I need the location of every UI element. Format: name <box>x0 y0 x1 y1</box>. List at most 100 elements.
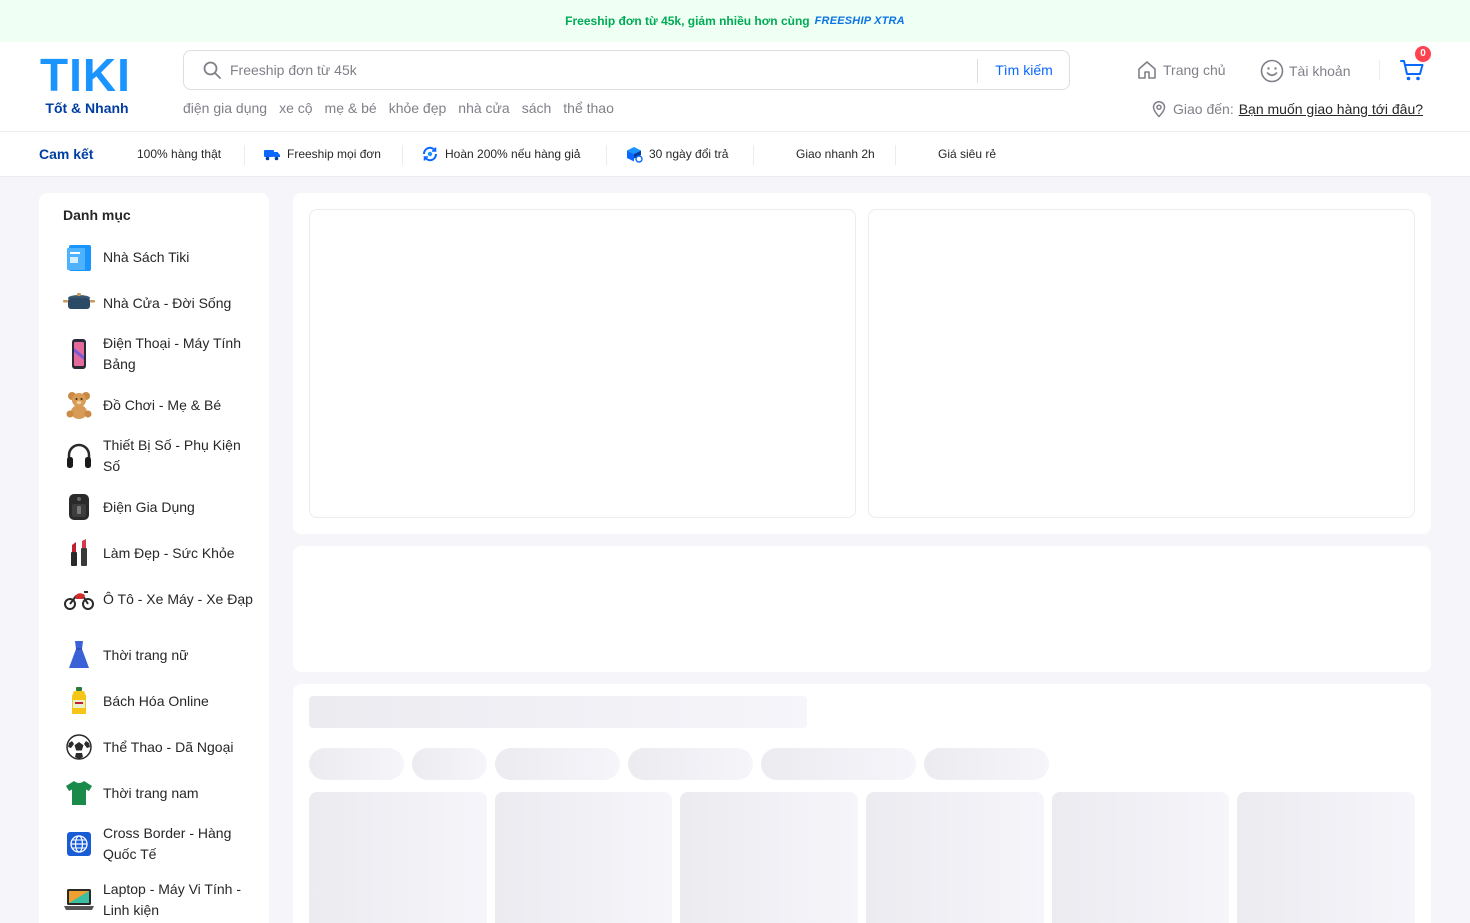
sidebar-item-label: Thời trang nữ <box>103 646 189 663</box>
sidebar-item-laptop-may-vi-tinh-linh-kien[interactable]: Laptop - Máy Vi Tính - Linh kiện <box>63 879 253 921</box>
commitment-divider <box>606 145 607 165</box>
commitment-bar: Cam kết 100% hàng thật Freeship mọi đơn … <box>0 131 1470 177</box>
promo-text: Freeship đơn từ 45k, giảm nhiều hơn cùng <box>565 14 810 28</box>
return-box-icon <box>627 147 643 163</box>
sidebar-item-label: Thiết Bị Số - Phụ Kiện Số <box>103 437 241 474</box>
search-input[interactable] <box>230 57 970 83</box>
quick-link-the-thao[interactable]: thể thao <box>563 100 614 116</box>
quick-link-me-be[interactable]: mẹ & bé <box>325 100 377 116</box>
sidebar-item-do-choi-me-be[interactable]: Đồ Chơi - Mẹ & Bé <box>63 389 253 421</box>
sidebar-item-dien-thoai-may-tinh-bang[interactable]: Điện Thoại - Máy Tính Bảng <box>63 333 253 375</box>
category-sidebar: Danh mục Nhà Sách Tiki Nhà Cửa - Đời Sốn… <box>39 193 269 923</box>
commitment-divider <box>895 145 896 165</box>
sidebar-item-nha-cua-doi-song[interactable]: Nhà Cửa - Đời Sống <box>63 287 253 319</box>
commitment-label: Giá siêu rẻ <box>938 147 997 161</box>
search-bar: Tìm kiếm <box>183 50 1070 90</box>
sidebar-item-label: Ô Tô - Xe Máy - Xe Đạp <box>103 590 253 607</box>
delivery-location: Giao đến: Bạn muốn giao hàng tới đâu? <box>1150 100 1423 118</box>
tab-skeleton <box>628 748 753 780</box>
quick-link-xe-co[interactable]: xe cộ <box>279 100 312 116</box>
site-header: TIKI Tốt & Nhanh Tìm kiếm điện gia dụng … <box>0 42 1470 131</box>
sidebar-item-label: Điện Gia Dụng <box>103 498 195 515</box>
motorbike-icon <box>63 583 95 615</box>
quick-links: điện gia dụng xe cộ mẹ & bé khỏe đẹp nhà… <box>183 100 614 116</box>
product-card-skeleton <box>866 792 1044 923</box>
commitment-refund[interactable]: Hoàn 200% nếu hàng giả <box>421 132 580 176</box>
sidebar-item-thiet-bi-so-phu-kien-so[interactable]: Thiết Bị Số - Phụ Kiện Số <box>63 435 253 477</box>
product-card-skeleton <box>1237 792 1415 923</box>
tab-skeleton <box>761 748 916 780</box>
tab-skeleton <box>412 748 487 780</box>
commitment-fast-delivery[interactable]: Giao nhanh 2h <box>796 132 875 176</box>
search-icon <box>203 61 221 79</box>
commitment-divider <box>402 145 403 165</box>
commitment-return[interactable]: 30 ngày đổi trả <box>625 132 728 176</box>
quick-link-khoe-dep[interactable]: khỏe đẹp <box>389 100 447 116</box>
sidebar-item-label: Laptop - Máy Vi Tính - Linh kiện <box>103 881 241 918</box>
soccer-ball-icon <box>63 731 95 763</box>
home-icon <box>1138 61 1156 79</box>
sidebar-item-bach-hoa-online[interactable]: Bách Hóa Online <box>63 685 253 717</box>
smartphone-icon <box>63 338 95 370</box>
sidebar-item-label: Nhà Cửa - Đời Sống <box>103 294 232 311</box>
delivery-address-link[interactable]: Bạn muốn giao hàng tới đâu? <box>1239 101 1423 117</box>
banner-right[interactable] <box>868 209 1415 518</box>
sidebar-item-the-thao-da-ngoai[interactable]: Thể Thao - Dã Ngoại <box>63 731 253 763</box>
commitment-title: Cam kết <box>39 146 94 162</box>
tshirt-icon <box>63 777 95 809</box>
sidebar-item-dien-gia-dung[interactable]: Điện Gia Dụng <box>63 491 253 523</box>
sidebar-item-thoi-trang-nu[interactable]: Thời trang nữ <box>63 639 253 671</box>
commitment-label: 30 ngày đổi trả <box>649 147 729 161</box>
sidebar-item-label: Bách Hóa Online <box>103 692 209 709</box>
account-nav-button[interactable]: Tài khoản <box>1259 58 1350 84</box>
commitment-label: 100% hàng thật <box>137 147 222 161</box>
product-card-skeleton <box>495 792 672 923</box>
delivery-truck-icon <box>264 150 280 161</box>
sidebar-title: Danh mục <box>63 207 131 223</box>
sidebar-item-label: Làm Đẹp - Sức Khỏe <box>103 544 235 561</box>
tab-skeleton <box>309 748 404 780</box>
oil-bottle-icon <box>63 685 95 717</box>
commitment-authentic[interactable]: 100% hàng thật <box>137 132 221 176</box>
tab-skeleton <box>495 748 620 780</box>
promo-banner[interactable]: Freeship đơn từ 45k, giảm nhiều hơn cùng… <box>0 0 1470 42</box>
freeship-xtra-badge: FREESHIP XTRA <box>814 15 905 27</box>
logo-tagline: Tốt & Nhanh <box>45 100 129 116</box>
sidebar-item-cross-border-hang-quoc-te[interactable]: Cross Border - Hàng Quốc Tế <box>63 823 253 865</box>
sidebar-item-label: Thể Thao - Dã Ngoại <box>103 738 234 755</box>
lipstick-icon <box>63 537 95 569</box>
cooking-pot-icon <box>63 287 95 319</box>
tiki-logo[interactable]: TIKI Tốt & Nhanh <box>40 52 134 116</box>
home-nav-button[interactable]: Trang chủ <box>1135 58 1226 82</box>
sidebar-item-label: Đồ Chơi - Mẹ & Bé <box>103 396 222 413</box>
commitment-freeship[interactable]: Freeship mọi đơn <box>263 132 381 176</box>
sidebar-item-thoi-trang-nam[interactable]: Thời trang nam <box>63 777 253 809</box>
sidebar-item-lam-dep-suc-khoe[interactable]: Làm Đẹp - Sức Khỏe <box>63 537 253 569</box>
book-icon <box>63 241 95 273</box>
sidebar-item-label: Nhà Sách Tiki <box>103 248 190 265</box>
account-nav-label: Tài khoản <box>1289 63 1351 79</box>
tab-skeleton <box>924 748 1049 780</box>
sidebar-item-label: Điện Thoại - Máy Tính Bảng <box>103 335 241 372</box>
dress-icon <box>63 639 95 671</box>
refund-cycle-icon <box>422 146 438 162</box>
section-title-skeleton <box>309 696 807 728</box>
quick-links-section <box>293 546 1431 672</box>
product-card-skeleton <box>680 792 858 923</box>
search-button[interactable]: Tìm kiếm <box>978 51 1070 89</box>
banner-left[interactable] <box>309 209 856 518</box>
teddy-bear-icon <box>63 389 95 421</box>
quick-link-dien-gia-dung[interactable]: điện gia dụng <box>183 100 267 116</box>
commitment-divider <box>753 145 754 165</box>
commitment-low-price[interactable]: Giá siêu rẻ <box>938 132 996 176</box>
air-fryer-icon <box>63 491 95 523</box>
sidebar-item-o-to-xe-may-xe-dap[interactable]: Ô Tô - Xe Máy - Xe Đạp <box>63 583 253 615</box>
quick-link-nha-cua[interactable]: nhà cửa <box>458 100 509 116</box>
sidebar-item-label: Thời trang nam <box>103 784 199 801</box>
sidebar-item-nha-sach-tiki[interactable]: Nhà Sách Tiki <box>63 241 253 273</box>
delivery-label: Giao đến: <box>1173 101 1234 117</box>
smiley-account-icon <box>1260 59 1284 83</box>
location-pin-icon <box>1152 101 1166 118</box>
headphones-icon <box>63 440 95 472</box>
quick-link-sach[interactable]: sách <box>522 100 552 116</box>
